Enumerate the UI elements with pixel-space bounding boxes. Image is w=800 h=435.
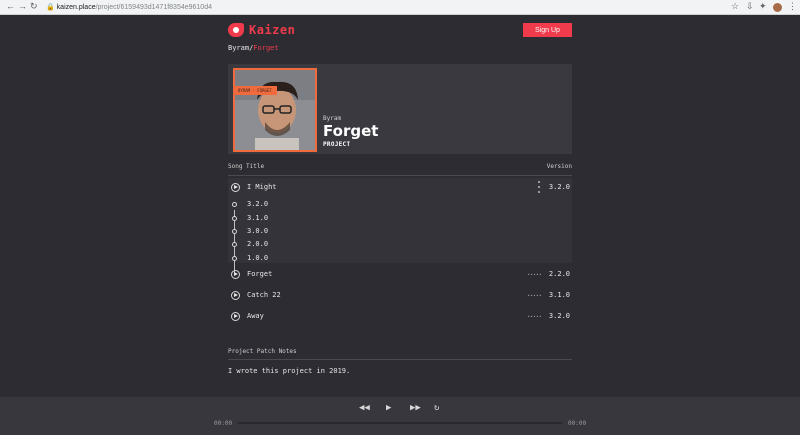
more-options-icon[interactable]: ••••• <box>527 314 542 319</box>
song-title: I Might <box>247 183 277 191</box>
more-options-icon[interactable] <box>537 181 540 193</box>
play-icon[interactable] <box>231 182 240 192</box>
back-icon[interactable]: ← <box>6 1 15 11</box>
version-label: 3.2.0 <box>247 200 269 208</box>
version-item[interactable]: 1.0.0 <box>231 253 268 263</box>
play-pause-icon[interactable]: ▶ <box>386 403 391 413</box>
song-row[interactable]: Away ••••• 3.2.0 <box>228 308 572 324</box>
project-cover: BYRAM · FORGET <box>233 68 317 152</box>
song-row[interactable]: I Might 3.2.0 <box>228 179 572 195</box>
version-node-icon <box>232 215 237 221</box>
address-bar[interactable]: 🔒 kaizen.place/project/6159493d1471f8354… <box>46 2 726 13</box>
lock-icon: 🔒 <box>46 4 55 11</box>
page: Kaizen Sign Up Byram/Forget BYRAM · FORG… <box>0 15 800 435</box>
song-title: Forget <box>247 270 273 278</box>
fast-forward-icon[interactable]: ▶▶ <box>410 403 421 413</box>
version-node-icon <box>232 201 237 207</box>
brand-logo[interactable]: Kaizen <box>228 22 295 38</box>
project-owner[interactable]: Byram <box>323 115 341 122</box>
version-item[interactable]: 3.0.0 <box>231 226 268 236</box>
more-options-icon[interactable]: ••••• <box>527 272 542 277</box>
version-item[interactable]: 3.2.0 <box>231 199 268 209</box>
version-label: 3.1.0 <box>247 214 269 222</box>
menu-icon[interactable]: ⋮ <box>788 1 797 12</box>
forward-icon[interactable]: → <box>18 1 27 11</box>
song-row[interactable]: Forget ••••• 2.2.0 <box>228 266 572 282</box>
divider <box>228 175 572 176</box>
play-icon[interactable] <box>231 290 240 300</box>
more-options-icon[interactable]: ••••• <box>527 293 542 298</box>
version-node-icon <box>232 241 237 247</box>
song-version: 3.1.0 <box>548 291 570 299</box>
total-time: 00:00 <box>568 420 587 427</box>
play-icon[interactable] <box>231 311 240 321</box>
version-label: 1.0.0 <box>247 254 269 262</box>
star-icon[interactable]: ☆ <box>731 1 739 12</box>
song-table-header: Song Title Version <box>228 163 572 170</box>
browser-toolbar: ← → ↻ 🔒 kaizen.place/project/6159493d147… <box>0 0 800 15</box>
cover-photo <box>235 70 315 150</box>
breadcrumb-project[interactable]: Forget <box>253 44 278 52</box>
song-version: 2.2.0 <box>548 270 570 278</box>
song-row[interactable]: Catch 22 ••••• 3.1.0 <box>228 287 572 303</box>
version-item[interactable]: 2.0.0 <box>231 239 268 249</box>
current-time: 00:00 <box>214 420 233 427</box>
version-node-icon <box>232 228 237 234</box>
breadcrumb: Byram/Forget <box>228 44 279 52</box>
breadcrumb-owner[interactable]: Byram <box>228 44 249 52</box>
progress-bar[interactable] <box>238 422 562 424</box>
profile-avatar[interactable] <box>773 3 782 12</box>
version-node-icon <box>232 255 237 261</box>
project-header: BYRAM · FORGET Byram Forget PROJECT <box>228 64 572 154</box>
reload-icon[interactable]: ↻ <box>30 1 38 12</box>
project-kind-label: PROJECT <box>323 141 351 148</box>
project-title: Forget <box>323 122 379 140</box>
divider <box>228 359 572 360</box>
song-title: Catch 22 <box>247 291 281 299</box>
song-version: 3.2.0 <box>548 312 570 320</box>
column-song-title: Song Title <box>228 163 265 170</box>
url-path: /project/6159493d1471f8354e9610d4 <box>95 4 212 11</box>
repeat-icon[interactable]: ↻ <box>434 403 439 413</box>
column-version: Version <box>546 163 572 170</box>
version-label: 2.0.0 <box>247 240 269 248</box>
sign-up-button[interactable]: Sign Up <box>523 23 572 37</box>
cover-tag: BYRAM · FORGET <box>235 86 277 95</box>
version-label: 3.0.0 <box>247 227 269 235</box>
extensions-icon[interactable]: ✦ <box>759 1 767 12</box>
audio-player: ◀◀ ▶ ▶▶ ↻ 00:00 00:00 <box>0 397 800 435</box>
url-host: kaizen.place <box>56 4 96 11</box>
song-title: Away <box>247 312 264 320</box>
rewind-icon[interactable]: ◀◀ <box>359 403 370 413</box>
patch-notes-heading: Project Patch Notes <box>228 348 297 355</box>
play-icon[interactable] <box>231 269 240 279</box>
patch-notes-body: I wrote this project in 2019. <box>228 367 351 375</box>
version-item[interactable]: 3.1.0 <box>231 213 268 223</box>
download-icon[interactable]: ⇩ <box>746 1 754 12</box>
song-version: 3.2.0 <box>548 183 570 191</box>
kaizen-logo-icon <box>228 23 244 37</box>
brand-name: Kaizen <box>249 23 296 37</box>
